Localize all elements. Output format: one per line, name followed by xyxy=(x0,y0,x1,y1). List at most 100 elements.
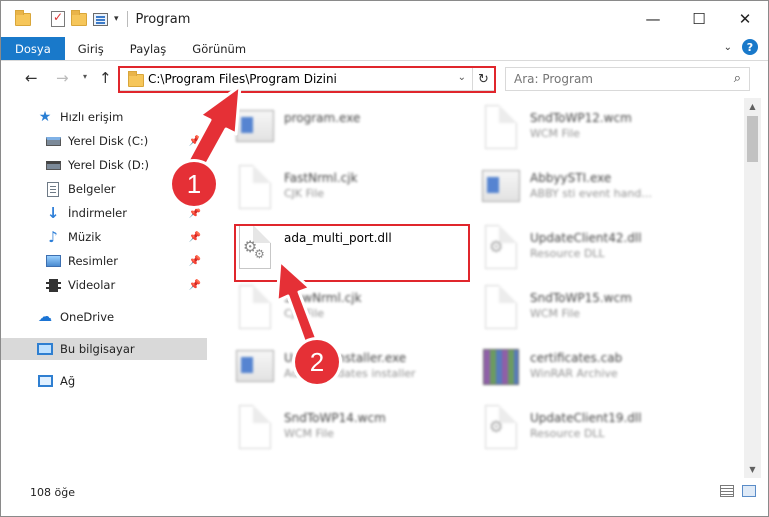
title-separator xyxy=(126,11,128,27)
view-options-icon[interactable] xyxy=(93,12,108,26)
file-name: UpdateClient42.dll xyxy=(530,231,642,245)
sidebar-item-downloads[interactable]: ↓ İndirmeler 📌 xyxy=(1,202,207,224)
address-path[interactable]: C:\Program Files\Program Dizini xyxy=(148,72,337,86)
title-bar: ▾ Program — ☐ ✕ xyxy=(1,1,768,37)
file-item-program-exe[interactable]: program.exe xyxy=(234,102,466,160)
scroll-up-icon[interactable]: ▲ xyxy=(744,98,761,115)
tab-dosya[interactable]: Dosya xyxy=(1,37,65,60)
file-name: certificates.cab xyxy=(530,351,623,365)
archive-icon xyxy=(483,349,519,385)
sidebar-item-label: Müzik xyxy=(68,230,102,244)
download-icon: ↓ xyxy=(46,204,60,222)
file-name: UpdateClient19.dll xyxy=(530,411,642,425)
pin-icon[interactable]: 📌 xyxy=(189,136,201,147)
sidebar-item-label: Resimler xyxy=(68,254,118,268)
customize-toolbar-arrow-icon[interactable]: ▾ xyxy=(114,14,119,24)
help-icon[interactable]: ? xyxy=(742,39,758,55)
scroll-down-icon[interactable]: ▼ xyxy=(744,461,761,478)
address-dropdown-icon[interactable]: ⌄ xyxy=(458,72,466,83)
ribbon-tabs: Dosya Giriş Paylaş Görünüm ⌄ ? xyxy=(1,37,768,61)
expand-ribbon-chevron-icon[interactable]: ⌄ xyxy=(724,42,732,53)
file-type: Resource DLL xyxy=(530,247,605,260)
scrollbar-thumb[interactable] xyxy=(747,116,758,162)
recent-locations-chevron-icon[interactable]: ▾ xyxy=(83,72,87,81)
sidebar-item-onedrive[interactable]: ☁ OneDrive xyxy=(1,306,207,328)
navigation-bar: ← → ▾ ↑ C:\Program Files\Program Dizini … xyxy=(1,62,768,96)
tab-paylas[interactable]: Paylaş xyxy=(117,37,180,60)
minimize-button[interactable]: — xyxy=(630,1,676,37)
generic-file-icon xyxy=(485,105,517,149)
file-name: SlowNrml.cjk xyxy=(284,291,362,305)
large-icons-view-icon[interactable] xyxy=(742,485,756,497)
file-item-certificates-cab[interactable]: certificates.cab WinRAR Archive xyxy=(480,342,712,400)
sidebar-item-local-disk-c[interactable]: Yerel Disk (C:) 📌 xyxy=(1,130,207,152)
exe-icon xyxy=(236,350,274,382)
sidebar-item-label: İndirmeler xyxy=(68,206,127,220)
video-icon xyxy=(45,277,61,293)
item-count: 108 öğe xyxy=(30,485,75,499)
file-item-updateclient19[interactable]: ⚙ UpdateClient19.dll Resource DLL xyxy=(480,402,712,460)
file-item-sndtowp14[interactable]: SndToWP14.wcm WCM File xyxy=(234,402,466,460)
file-type: WinRAR Archive xyxy=(530,367,618,380)
file-item-fastnrml[interactable]: FastNrml.cjk CJK File xyxy=(234,162,466,220)
file-name: SndToWP14.wcm xyxy=(284,411,386,425)
vertical-scrollbar[interactable]: ▲ ▼ xyxy=(744,98,761,478)
address-folder-icon xyxy=(128,71,144,87)
gear-small-icon: ⚙ xyxy=(254,247,265,261)
file-type: WCM File xyxy=(530,127,580,140)
sidebar-item-music[interactable]: ♪ Müzik 📌 xyxy=(1,226,207,248)
exe-icon xyxy=(482,170,520,202)
exe-icon xyxy=(236,110,274,142)
file-item-updateclient42[interactable]: ⚙ UpdateClient42.dll Resource DLL xyxy=(480,222,712,280)
gear-icon: ⚙ xyxy=(489,417,504,436)
sidebar-item-this-pc[interactable]: Bu bilgisayar xyxy=(1,338,207,360)
up-arrow-icon[interactable]: ↑ xyxy=(99,69,112,87)
file-item-updatesinstaller[interactable]: UpdatesInstaller.exe Adobe Updates instal… xyxy=(234,342,466,400)
new-folder-icon[interactable] xyxy=(71,9,87,26)
ribbon-right-controls: ⌄ ? xyxy=(724,39,758,55)
window-controls: — ☐ ✕ xyxy=(630,1,768,37)
generic-file-icon xyxy=(239,165,271,209)
pin-icon[interactable]: 📌 xyxy=(189,232,201,243)
forward-arrow-icon[interactable]: → xyxy=(56,69,69,87)
address-bar[interactable]: C:\Program Files\Program Dizini ⌄ ↻ xyxy=(119,67,495,91)
sidebar-item-label: OneDrive xyxy=(60,310,115,324)
navigation-pane: ★ Hızlı erişim Yerel Disk (C:) 📌 Yerel D… xyxy=(1,98,209,478)
file-item-ada-multi-port-dll[interactable]: ⚙ ⚙ ada_multi_port.dll xyxy=(234,222,466,280)
generic-file-icon xyxy=(239,405,271,449)
maximize-button[interactable]: ☐ xyxy=(676,1,722,37)
search-box[interactable]: ⌕ xyxy=(505,67,750,91)
cloud-icon: ☁ xyxy=(38,309,52,325)
file-name: AbbyySTI.exe xyxy=(530,171,612,185)
file-name: SndToWP12.wcm xyxy=(530,111,632,125)
sidebar-item-videos[interactable]: Videolar 📌 xyxy=(1,274,207,296)
close-button[interactable]: ✕ xyxy=(722,1,768,37)
search-input[interactable] xyxy=(514,69,714,89)
pin-icon[interactable]: 📌 xyxy=(189,256,201,267)
pin-icon[interactable]: 📌 xyxy=(189,280,201,291)
tab-gorunum[interactable]: Görünüm xyxy=(179,37,259,60)
refresh-icon[interactable]: ↻ xyxy=(472,68,494,90)
tab-giris[interactable]: Giriş xyxy=(65,37,117,60)
sidebar-item-label: Yerel Disk (D:) xyxy=(68,158,150,172)
sidebar-item-quick-access[interactable]: ★ Hızlı erişim xyxy=(1,106,207,128)
folder-icon xyxy=(15,9,31,26)
generic-file-icon xyxy=(239,285,271,329)
pin-icon[interactable]: 📌 xyxy=(189,208,201,219)
details-view-icon[interactable] xyxy=(720,485,734,497)
sidebar-item-label: Belgeler xyxy=(68,182,116,196)
search-icon[interactable]: ⌕ xyxy=(734,71,741,86)
explorer-window: ▾ Program — ☐ ✕ Dosya Giriş Paylaş Görün… xyxy=(0,0,769,517)
file-item-sndtowp12[interactable]: SndToWP12.wcm WCM File xyxy=(480,102,712,160)
file-item-abbyysti[interactable]: AbbyySTI.exe ABBY sti event hand... xyxy=(480,162,712,220)
sidebar-item-network[interactable]: Ağ xyxy=(1,370,207,392)
file-item-sndtowp15[interactable]: SndToWP15.wcm WCM File xyxy=(480,282,712,340)
file-item-slownrml[interactable]: SlowNrml.cjk CJK File xyxy=(234,282,466,340)
view-buttons xyxy=(720,485,756,497)
sidebar-item-pictures[interactable]: Resimler 📌 xyxy=(1,250,207,272)
drive-icon xyxy=(45,157,61,173)
properties-check-icon[interactable] xyxy=(51,10,65,27)
network-icon xyxy=(37,373,53,389)
back-arrow-icon[interactable]: ← xyxy=(25,69,38,87)
document-icon xyxy=(45,181,61,197)
